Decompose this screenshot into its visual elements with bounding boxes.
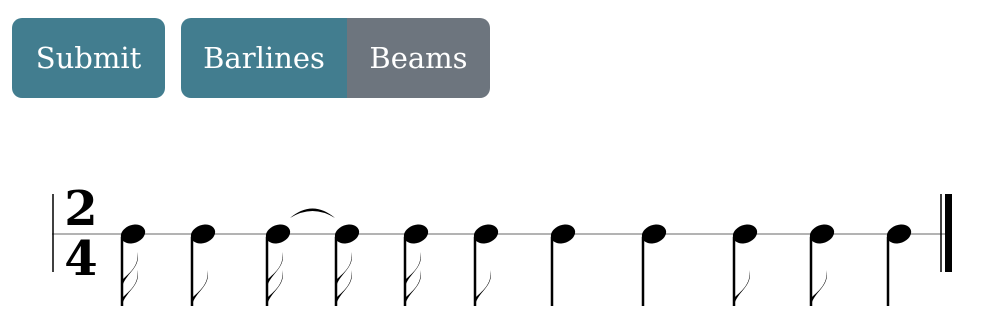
note-flag bbox=[475, 270, 491, 306]
note-flag bbox=[267, 270, 283, 306]
note-flag bbox=[405, 252, 421, 288]
eighth-note bbox=[190, 224, 216, 306]
tie bbox=[290, 208, 335, 218]
final-barline-thick bbox=[945, 194, 952, 272]
time-signature-top: 2 bbox=[64, 181, 97, 237]
eighth-note bbox=[732, 224, 758, 306]
rhythm-score: 2 4 bbox=[52, 181, 952, 306]
quarter-note bbox=[550, 224, 576, 306]
eighth-note bbox=[473, 224, 499, 306]
note-flag bbox=[405, 270, 421, 306]
notes-layer bbox=[120, 208, 912, 306]
note-flag bbox=[267, 252, 283, 288]
note-flag bbox=[122, 252, 138, 288]
note-flag bbox=[336, 270, 352, 306]
note-flag bbox=[734, 270, 750, 306]
note-flag bbox=[811, 270, 827, 306]
time-signature-bottom: 4 bbox=[64, 231, 97, 287]
note-flag bbox=[192, 270, 208, 306]
note-flag bbox=[336, 252, 352, 288]
quarter-note bbox=[641, 224, 667, 306]
note-flag bbox=[122, 270, 138, 306]
sixteenth-note bbox=[120, 224, 146, 306]
sixteenth-note bbox=[334, 224, 360, 306]
sixteenth-note bbox=[265, 224, 291, 306]
sixteenth-note bbox=[403, 224, 429, 306]
quarter-note bbox=[886, 224, 912, 306]
eighth-note bbox=[809, 224, 835, 306]
